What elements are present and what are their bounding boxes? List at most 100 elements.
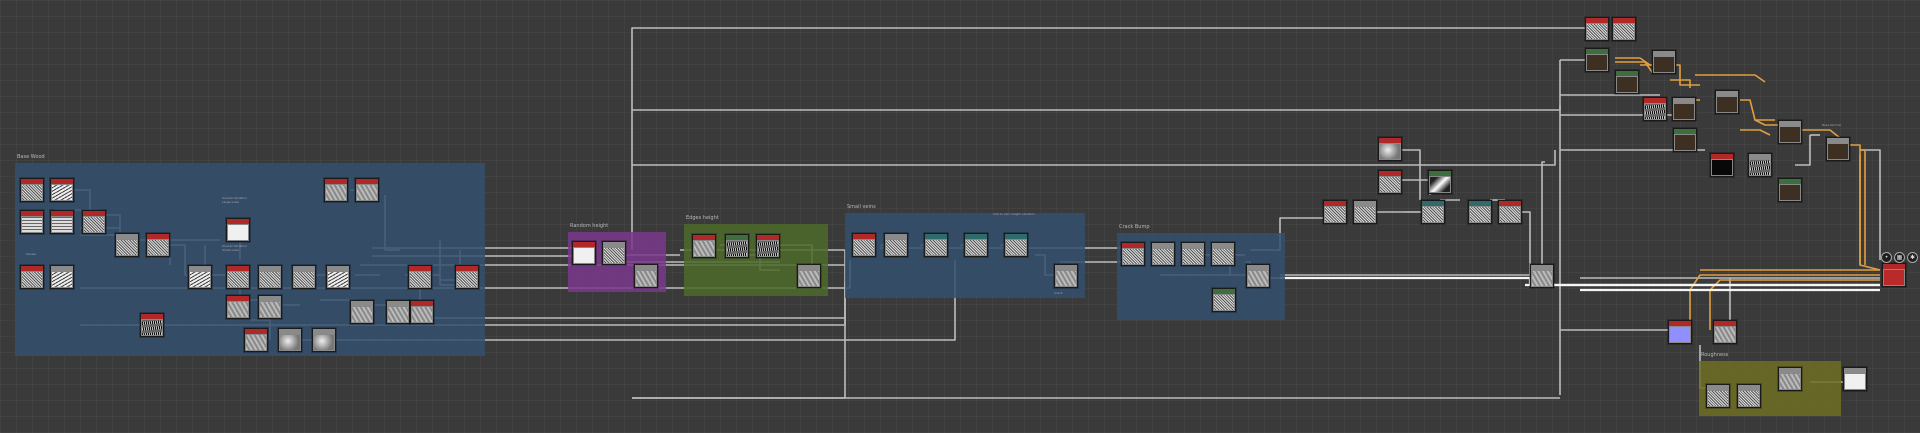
graph-node[interactable] <box>1353 200 1377 224</box>
graph-node[interactable] <box>188 265 212 289</box>
graph-node[interactable] <box>1121 242 1145 266</box>
node-header <box>356 179 378 184</box>
node-header <box>1055 265 1077 270</box>
graph-node[interactable] <box>1468 200 1492 224</box>
graph-node[interactable] <box>924 233 948 257</box>
node-header <box>635 265 657 270</box>
graph-node[interactable] <box>50 178 74 202</box>
graph-node[interactable] <box>355 178 379 202</box>
node-header <box>1613 18 1635 23</box>
graph-node[interactable] <box>1672 97 1696 121</box>
graph-node[interactable] <box>1643 97 1667 121</box>
graph-node[interactable] <box>410 300 434 324</box>
graph-node[interactable] <box>1211 242 1235 266</box>
graph-node[interactable] <box>1151 242 1175 266</box>
graph-node[interactable] <box>572 241 596 265</box>
graph-node[interactable] <box>1530 264 1554 288</box>
graph-node[interactable] <box>386 300 410 324</box>
graph-node[interactable] <box>1498 200 1522 224</box>
graph-node[interactable] <box>884 233 908 257</box>
graph-node[interactable] <box>1378 170 1402 194</box>
graph-node[interactable] <box>1004 233 1028 257</box>
graph-node[interactable] <box>50 265 74 289</box>
graph-node[interactable] <box>1778 367 1802 391</box>
checker-icon[interactable]: ▦ <box>1894 252 1905 263</box>
graph-node[interactable] <box>140 313 164 337</box>
graph-node[interactable] <box>1843 367 1867 391</box>
graph-node[interactable] <box>1748 153 1772 177</box>
node-header <box>351 301 373 306</box>
node-header <box>387 301 409 306</box>
graph-node[interactable] <box>964 233 988 257</box>
graph-canvas[interactable]: Base Wood Random height Edges height Sma… <box>0 0 1920 433</box>
graph-node[interactable] <box>1246 264 1270 288</box>
graph-node[interactable] <box>226 265 250 289</box>
graph-node[interactable] <box>1715 90 1739 114</box>
graph-node[interactable] <box>258 265 282 289</box>
node-thumbnail <box>457 272 477 287</box>
pin-icon[interactable]: • <box>1881 252 1892 263</box>
graph-node[interactable] <box>1778 120 1802 144</box>
graph-node[interactable] <box>312 328 336 352</box>
node-thumbnail <box>388 307 408 322</box>
graph-node[interactable] <box>797 264 821 288</box>
graph-node[interactable] <box>1713 320 1737 344</box>
graph-node[interactable] <box>1737 384 1761 408</box>
graph-node[interactable] <box>725 234 749 258</box>
graph-node[interactable] <box>1585 17 1609 41</box>
graph-node[interactable] <box>1710 153 1734 177</box>
graph-node[interactable] <box>1585 48 1609 72</box>
graph-node[interactable] <box>692 234 716 258</box>
graph-node[interactable] <box>1212 288 1236 312</box>
gear-icon[interactable]: ✱ <box>1907 252 1918 263</box>
graph-node[interactable] <box>326 265 350 289</box>
node-header <box>227 219 249 224</box>
node-header <box>1674 129 1696 134</box>
graph-node[interactable] <box>756 234 780 258</box>
graph-node[interactable] <box>1421 200 1445 224</box>
graph-node[interactable] <box>226 295 250 319</box>
graph-node[interactable] <box>1612 17 1636 41</box>
node-header <box>1005 234 1027 239</box>
graph-node[interactable] <box>82 210 106 234</box>
graph-node[interactable] <box>50 210 74 234</box>
node-header <box>83 211 105 216</box>
graph-node[interactable] <box>258 295 282 319</box>
graph-node[interactable] <box>1652 50 1676 74</box>
node-thumbnail <box>926 240 946 255</box>
graph-node[interactable] <box>1826 137 1850 161</box>
graph-node[interactable] <box>408 265 432 289</box>
node-thumbnail <box>22 217 42 232</box>
graph-node[interactable] <box>1706 384 1730 408</box>
graph-node[interactable] <box>1668 320 1692 344</box>
graph-node[interactable] <box>244 328 268 352</box>
graph-node[interactable] <box>1778 178 1802 202</box>
graph-node[interactable] <box>146 233 170 257</box>
comment-overall-variation-large: Overall Variation Large scale <box>222 196 247 204</box>
graph-node[interactable] <box>1882 263 1906 287</box>
node-header <box>189 266 211 271</box>
graph-node[interactable] <box>634 264 658 288</box>
node-thumbnail <box>1675 135 1695 150</box>
graph-node[interactable] <box>1181 242 1205 266</box>
graph-node[interactable] <box>455 265 479 289</box>
graph-node[interactable] <box>350 300 374 324</box>
graph-node[interactable] <box>20 210 44 234</box>
graph-node[interactable] <box>20 265 44 289</box>
graph-node[interactable] <box>852 233 876 257</box>
graph-node[interactable] <box>1323 200 1347 224</box>
graph-node[interactable] <box>1378 137 1402 161</box>
graph-node[interactable] <box>602 241 626 265</box>
node-thumbnail <box>1884 270 1904 285</box>
graph-node[interactable] <box>226 218 250 242</box>
graph-node[interactable] <box>20 178 44 202</box>
graph-node[interactable] <box>1054 264 1078 288</box>
graph-node[interactable] <box>115 233 139 257</box>
graph-node[interactable] <box>1428 170 1452 194</box>
graph-node[interactable] <box>1673 128 1697 152</box>
graph-node[interactable] <box>1615 70 1639 94</box>
graph-node[interactable] <box>324 178 348 202</box>
graph-node[interactable] <box>278 328 302 352</box>
node-header <box>327 266 349 271</box>
graph-node[interactable] <box>292 265 316 289</box>
